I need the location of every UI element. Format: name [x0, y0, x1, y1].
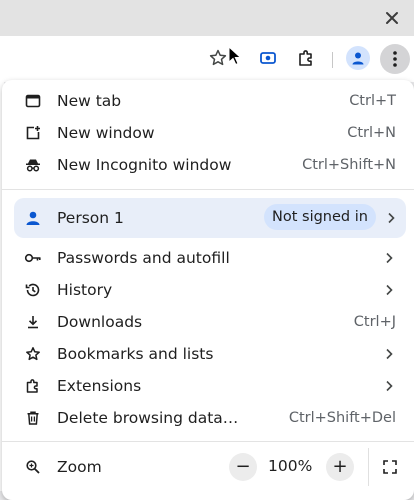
menu-item-label: Extensions — [57, 377, 142, 395]
zoom-out-button[interactable]: − — [229, 453, 257, 481]
menu-item-label: Bookmarks and lists — [57, 345, 214, 363]
menu-item-label: New tab — [57, 92, 122, 110]
close-icon[interactable] — [382, 8, 402, 28]
download-icon — [24, 313, 42, 331]
history-icon — [24, 281, 42, 299]
star-icon[interactable] — [206, 46, 230, 70]
mouse-cursor — [228, 45, 242, 70]
menu-item-delete-browsing-data[interactable]: Delete browsing data… Ctrl+Shift+Del — [2, 402, 414, 434]
toolbar-separator — [332, 52, 333, 68]
shortcut-label: Ctrl+Shift+N — [302, 157, 396, 173]
menu-item-passwords[interactable]: Passwords and autofill — [2, 242, 414, 274]
plus-glyph: + — [332, 456, 348, 477]
chevron-right-icon — [384, 379, 394, 393]
incognito-icon — [24, 156, 42, 174]
menu-item-label: New window — [57, 124, 155, 142]
menu-divider — [2, 189, 414, 190]
more-vertical-icon[interactable] — [380, 44, 410, 74]
menu-item-label: History — [57, 281, 113, 299]
profile-avatar[interactable] — [346, 46, 370, 70]
menu-divider — [2, 441, 414, 442]
menu-item-label: Passwords and autofill — [57, 249, 230, 267]
menu-item-history[interactable]: History — [2, 274, 414, 306]
chevron-right-icon — [384, 283, 394, 297]
zoom-icon — [24, 458, 42, 476]
zoom-divider — [368, 448, 369, 486]
menu-item-new-window[interactable]: New window Ctrl+N — [2, 117, 414, 149]
puzzle-icon[interactable] — [294, 46, 318, 70]
menu-item-extensions[interactable]: Extensions — [2, 370, 414, 402]
shortcut-label: Ctrl+Shift+Del — [288, 410, 396, 426]
app-menu: New tab Ctrl+T New window Ctrl+N New Inc… — [2, 80, 414, 500]
profile-name: Person 1 — [57, 209, 124, 227]
menu-item-label: Delete browsing data… — [57, 409, 239, 427]
puzzle-icon — [24, 377, 42, 395]
new-window-icon — [24, 124, 42, 142]
title-bar — [0, 0, 414, 36]
sign-in-status-badge: Not signed in — [264, 204, 376, 230]
chevron-right-icon — [384, 347, 394, 361]
fullscreen-icon[interactable] — [376, 453, 404, 481]
menu-item-new-tab[interactable]: New tab Ctrl+T — [2, 85, 414, 117]
zoom-level: 100% — [268, 457, 313, 475]
menu-item-label: New Incognito window — [57, 156, 232, 174]
shortcut-label: Ctrl+N — [347, 125, 396, 141]
menu-item-downloads[interactable]: Downloads Ctrl+J — [2, 306, 414, 338]
minus-glyph: − — [235, 456, 251, 477]
zoom-in-button[interactable]: + — [326, 453, 354, 481]
menu-item-label: Downloads — [57, 313, 143, 331]
browser-toolbar — [0, 36, 414, 82]
menu-item-new-incognito[interactable]: New Incognito window Ctrl+Shift+N — [2, 149, 414, 181]
person-icon — [24, 209, 42, 227]
menu-item-bookmarks[interactable]: Bookmarks and lists — [2, 338, 414, 370]
star-icon — [24, 345, 42, 363]
menu-item-profile[interactable]: Person 1 Not signed in — [14, 198, 406, 238]
shortcut-label: Ctrl+T — [349, 93, 396, 109]
menu-item-label: Zoom — [57, 458, 102, 476]
new-tab-icon — [24, 92, 42, 110]
key-icon — [24, 249, 42, 267]
trash-icon — [24, 409, 42, 427]
screen-capture-icon[interactable] — [256, 46, 280, 70]
shortcut-label: Ctrl+J — [353, 314, 396, 330]
chevron-right-icon — [386, 211, 396, 225]
chevron-right-icon — [384, 251, 394, 265]
